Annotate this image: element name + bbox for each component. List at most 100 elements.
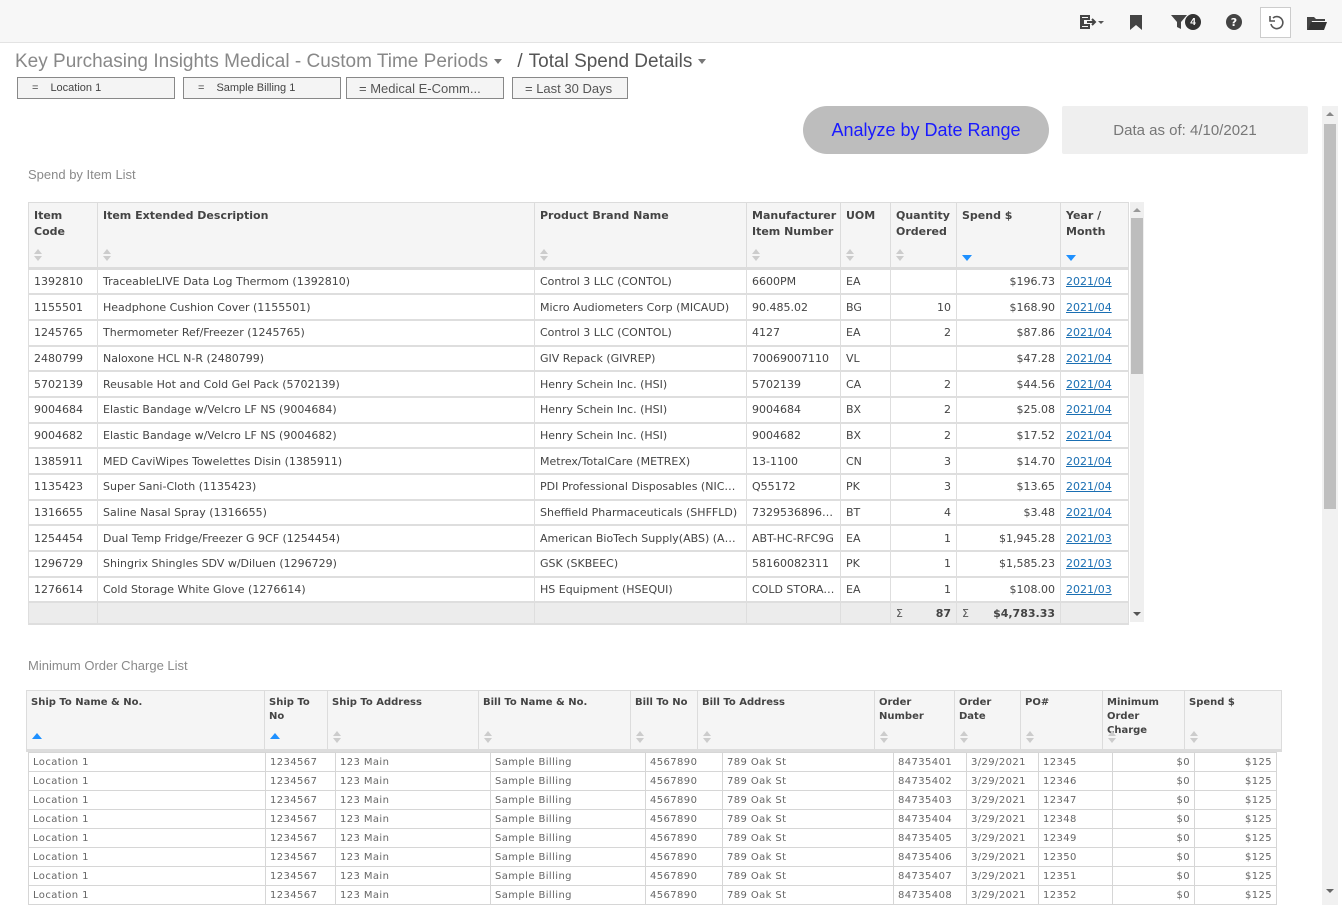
column-header-po[interactable]: PO#: [1020, 690, 1103, 752]
sort-icon[interactable]: [103, 249, 111, 261]
analyze-by-date-range-button[interactable]: Analyze by Date Range: [803, 106, 1049, 154]
sort-icon[interactable]: [333, 731, 341, 743]
table-row[interactable]: 1316655 Saline Nasal Spray (1316655) Sheff…: [28, 499, 1129, 527]
column-header-quantity[interactable]: Quantity Ordered: [890, 202, 957, 270]
chevron-down-icon[interactable]: [494, 59, 503, 65]
column-header-spend[interactable]: Spend $: [956, 202, 1061, 270]
table-row[interactable]: Location 1 1234567 123 Main Sample Billing 4…: [28, 847, 1277, 867]
folder-icon[interactable]: [1306, 9, 1328, 35]
column-header-bill-to-name[interactable]: Bill To Name & No.: [478, 690, 631, 752]
sort-icon[interactable]: [846, 249, 854, 261]
sort-descending-icon[interactable]: [1066, 255, 1076, 261]
table-row[interactable]: 5702139 Reusable Hot and Cold Gel Pack (5…: [28, 370, 1129, 398]
column-header-year-month[interactable]: Year / Month: [1060, 202, 1129, 270]
filter-chip-location[interactable]: = Location 1: [17, 77, 175, 99]
year-month-link[interactable]: 2021/03: [1066, 557, 1112, 570]
sort-icon[interactable]: [896, 249, 904, 261]
scroll-down-icon[interactable]: [1326, 889, 1334, 893]
filter-chip-period[interactable]: = Last 30 Days: [512, 77, 628, 99]
column-header-spend[interactable]: Spend $: [1184, 690, 1282, 752]
sort-icon[interactable]: [880, 731, 888, 743]
refresh-button[interactable]: [1260, 7, 1291, 38]
sort-icon[interactable]: [484, 731, 492, 743]
spend-table-scrollbar[interactable]: [1130, 202, 1144, 622]
year-month-link[interactable]: 2021/04: [1066, 352, 1112, 365]
sort-descending-icon[interactable]: [962, 255, 972, 261]
column-header-uom[interactable]: UOM: [840, 202, 891, 270]
scrollbar-thumb[interactable]: [1131, 218, 1143, 374]
sort-icon[interactable]: [960, 731, 968, 743]
table-row[interactable]: 1135423 Super Sani-Cloth (1135423) PDI Pro…: [28, 473, 1129, 501]
column-header-ship-to-no[interactable]: Ship To No: [264, 690, 328, 752]
bookmark-icon[interactable]: [1128, 9, 1144, 35]
column-header-item-code[interactable]: Item Code: [28, 202, 98, 270]
year-month-link[interactable]: 2021/03: [1066, 583, 1112, 596]
table-row[interactable]: Location 1 1234567 123 Main Sample Billing 4…: [28, 752, 1277, 772]
filter-button[interactable]: 4: [1168, 9, 1204, 35]
scroll-up-icon[interactable]: [1326, 112, 1334, 116]
filter-chip-billing[interactable]: = Sample Billing 1: [183, 77, 341, 99]
table-row[interactable]: 1254454 Dual Temp Fridge/Freezer G 9CF (1…: [28, 524, 1129, 553]
export-icon[interactable]: [1078, 9, 1106, 35]
sort-icon[interactable]: [1108, 731, 1116, 743]
table-row[interactable]: Location 1 1234567 123 Main Sample Billing 4…: [28, 885, 1277, 905]
table-row[interactable]: 1245765 Thermometer Ref/Freezer (1245765)…: [28, 319, 1129, 347]
year-month-link[interactable]: 2021/03: [1066, 532, 1112, 545]
cell-ship-to-no: 1234567: [265, 866, 336, 886]
sort-icon[interactable]: [703, 731, 711, 743]
column-header-bill-to-address[interactable]: Bill To Address: [697, 690, 875, 752]
column-header-min-order-charge[interactable]: Minimum Order Charge: [1102, 690, 1185, 752]
column-header-bill-to-no[interactable]: Bill To No: [630, 690, 698, 752]
cell-spend: $125: [1194, 771, 1277, 791]
sort-ascending-icon[interactable]: [32, 733, 42, 739]
sort-icon[interactable]: [1026, 731, 1034, 743]
sort-icon[interactable]: [540, 249, 548, 261]
table-row[interactable]: Location 1 1234567 123 Main Sample Billing 4…: [28, 866, 1277, 886]
column-header-mfr-item-number[interactable]: Manufacturer Item Number: [746, 202, 841, 270]
year-month-link[interactable]: 2021/04: [1066, 326, 1112, 339]
table-row[interactable]: 1392810 TraceableLIVE Data Log Thermom (1…: [28, 268, 1129, 296]
cell-item-code: 9004684: [28, 396, 98, 424]
help-icon[interactable]: ?: [1225, 9, 1243, 35]
year-month-link[interactable]: 2021/04: [1066, 480, 1112, 493]
scrollbar-thumb[interactable]: [1324, 124, 1336, 509]
table-row[interactable]: 9004684 Elastic Bandage w/Velcro LF NS (9…: [28, 396, 1129, 424]
column-header-brand[interactable]: Product Brand Name: [534, 202, 747, 270]
filter-chip-catalog[interactable]: = Medical E-Comm...: [346, 77, 504, 99]
column-header-order-number[interactable]: Order Number: [874, 690, 955, 752]
year-month-link[interactable]: 2021/04: [1066, 403, 1112, 416]
year-month-link[interactable]: 2021/04: [1066, 429, 1112, 442]
year-month-link[interactable]: 2021/04: [1066, 506, 1112, 519]
sort-icon[interactable]: [752, 249, 760, 261]
year-month-link[interactable]: 2021/04: [1066, 455, 1112, 468]
table-row[interactable]: 2480799 Naloxone HCL N-R (2480799) GIV Rep…: [28, 345, 1129, 373]
table-row[interactable]: 1296729 Shingrix Shingles SDV w/Diluen (1…: [28, 550, 1129, 578]
year-month-link[interactable]: 2021/04: [1066, 301, 1112, 314]
cell-ship-to-name: Location 1: [28, 771, 266, 791]
sort-icon[interactable]: [34, 249, 42, 261]
column-header-description[interactable]: Item Extended Description: [97, 202, 535, 270]
page-title[interactable]: Total Spend Details: [529, 51, 693, 72]
year-month-link[interactable]: 2021/04: [1066, 275, 1112, 288]
column-header-ship-to-address[interactable]: Ship To Address: [327, 690, 479, 752]
sort-icon[interactable]: [636, 731, 644, 743]
chevron-down-icon[interactable]: [698, 59, 707, 65]
table-row[interactable]: Location 1 1234567 123 Main Sample Billing 4…: [28, 790, 1277, 810]
table-row[interactable]: 1276614 Cold Storage White Glove (1276614…: [28, 576, 1129, 604]
cell-spend: $87.86: [956, 319, 1061, 347]
scroll-up-icon[interactable]: [1133, 208, 1141, 212]
table-row[interactable]: 1155501 Headphone Cushion Cover (1155501)…: [28, 293, 1129, 321]
sort-icon[interactable]: [1190, 731, 1198, 743]
table-row[interactable]: Location 1 1234567 123 Main Sample Billing 4…: [28, 828, 1277, 848]
year-month-link[interactable]: 2021/04: [1066, 378, 1112, 391]
column-header-ship-to-name[interactable]: Ship To Name & No.: [26, 690, 265, 752]
sort-ascending-icon[interactable]: [270, 733, 280, 739]
table-row[interactable]: 9004682 Elastic Bandage w/Velcro LF NS (9…: [28, 422, 1129, 450]
column-header-order-date[interactable]: Order Date: [954, 690, 1021, 752]
scroll-down-icon[interactable]: [1133, 612, 1141, 616]
table-row[interactable]: 1385911 MED CaviWipes Towelettes Disin (1…: [28, 447, 1129, 475]
table-row[interactable]: Location 1 1234567 123 Main Sample Billing 4…: [28, 809, 1277, 829]
page-scrollbar[interactable]: [1322, 106, 1338, 905]
breadcrumb-parent[interactable]: Key Purchasing Insights Medical - Custom…: [15, 51, 488, 72]
table-row[interactable]: Location 1 1234567 123 Main Sample Billing 4…: [28, 771, 1277, 791]
